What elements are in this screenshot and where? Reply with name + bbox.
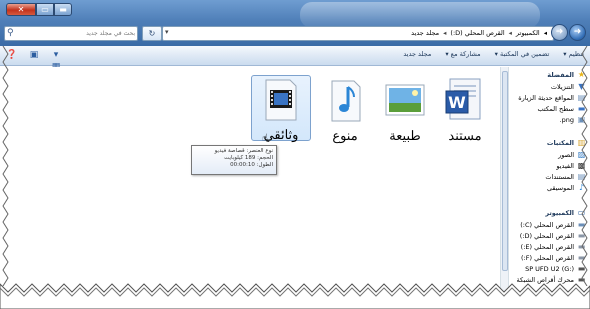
breadcrumb-new-folder[interactable]: مجلد جديد [411, 29, 439, 37]
include-in-library-button[interactable]: تضمين في المكتبة ▾ [495, 50, 550, 58]
nav-item-recent-places[interactable]: ▤ المواقع حديثة الزيارة [518, 94, 586, 103]
refresh-button[interactable]: ↻ [142, 26, 162, 41]
torn-paper-left-edge [2, 46, 9, 286]
minimize-button[interactable]: ▬ [54, 3, 72, 16]
nav-item-drive-f[interactable]: ▬ القرص المحلي (F:) [521, 254, 586, 263]
file-item[interactable]: طبيعة [375, 77, 435, 144]
nav-item-label: الفيديو [556, 162, 574, 170]
history-buttons: ➜ ➜ [550, 24, 586, 41]
breadcrumb: ◂ الكمبيوتر ◂ القرص المحلي (D:) ◂ مجلد ج… [411, 29, 547, 37]
nav-item-label: القرص المحلي (F:) [521, 254, 574, 262]
music-file-icon [322, 77, 368, 127]
tooltip-type: نوع العنصر: قصاصة فيديو [214, 148, 273, 154]
breadcrumb-computer[interactable]: الكمبيوتر [516, 29, 540, 37]
preview-pane-icon[interactable]: ▣ [28, 49, 40, 61]
command-toolbar: ❓ ▣ ▾ ▦ تنظيم ▾ تضمين في المكتبة ▾ مشارك… [0, 46, 590, 72]
close-button[interactable]: ✕ [6, 3, 36, 16]
file-label: منوع [332, 129, 358, 144]
search-box[interactable]: ⚲ [4, 26, 138, 41]
nav-libraries-label: المكتبات [546, 139, 574, 147]
navigation-row: ⚲ ↻ ▾ ◂ الكمبيوتر ◂ القرص المحلي (D:) ◂ … [2, 24, 588, 42]
file-label: طبيعة [389, 129, 421, 144]
video-file-icon [258, 76, 304, 126]
breadcrumb-arrow-icon: ◂ [543, 29, 547, 37]
nav-item-label: المواقع حديثة الزيارة [518, 94, 574, 102]
new-folder-button[interactable]: مجلد جديد [403, 50, 431, 58]
title-bar: ✕ ▭ ▬ ⚲ ↻ ▾ ◂ الكمبيوتر ◂ القرص المحلي (… [0, 0, 590, 46]
view-controls: ❓ ▣ ▾ ▦ [6, 49, 62, 72]
nav-item-desktop[interactable]: ▬ سطح المكتب [537, 105, 586, 114]
breadcrumb-drive-d[interactable]: القرص المحلي (D:) [450, 29, 504, 37]
nav-favorites-label: المفضلة [547, 71, 574, 79]
window-controls: ✕ ▭ ▬ [6, 3, 72, 16]
back-button[interactable]: ➜ [569, 24, 586, 41]
nav-item-drive-c[interactable]: ▬ القرص المحلي (C:) [520, 221, 586, 230]
mouse-cursor-icon: ☝ [262, 133, 269, 144]
navigation-scrollbar[interactable] [501, 67, 509, 299]
search-icon: ⚲ [7, 28, 14, 38]
share-with-button[interactable]: مشاركة مع ▾ [445, 50, 480, 58]
tooltip-size: الحجم: 189 كيلوبايت [224, 155, 273, 161]
nav-item-label: png. [559, 116, 574, 124]
address-bar[interactable]: ▾ ◂ الكمبيوتر ◂ القرص المحلي (D:) ◂ مجلد… [162, 26, 554, 41]
breadcrumb-separator-icon: ◂ [443, 29, 447, 37]
file-item[interactable]: W مستند [435, 77, 495, 144]
nav-item-label: سطح المكتب [537, 105, 574, 113]
word-document-icon: W [442, 77, 488, 127]
forward-button[interactable]: ➜ [551, 24, 568, 41]
torn-paper-right-edge [581, 46, 588, 286]
nav-computer-label: الكمبيوتر [545, 209, 574, 217]
address-dropdown-icon[interactable]: ▾ [165, 28, 169, 36]
maximize-button[interactable]: ▭ [36, 3, 54, 16]
nav-item-label: التنزيلات [550, 83, 574, 91]
toolbar-commands: تنظيم ▾ تضمين في المكتبة ▾ مشاركة مع ▾ م… [403, 50, 584, 58]
search-input[interactable] [19, 28, 135, 39]
file-item-selected[interactable]: وثائقي [251, 75, 311, 143]
nav-item-label: المستندات [545, 173, 574, 181]
file-item[interactable]: منوع [315, 77, 375, 144]
nav-item-label: القرص المحلي (E:) [520, 243, 574, 251]
nav-item-label: القرص المحلي (D:) [519, 232, 574, 240]
svg-text:W: W [448, 93, 466, 112]
tooltip-length: الطول: 00:00:10 [230, 162, 273, 168]
breadcrumb-separator-icon: ◂ [508, 29, 512, 37]
nav-item-drive-d[interactable]: ▬ القرص المحلي (D:) [519, 232, 586, 241]
scrollbar-thumb[interactable] [502, 71, 508, 271]
change-view-icon[interactable]: ▾ ▦ [50, 49, 62, 72]
nav-item-drive-e[interactable]: ▬ القرص المحلي (E:) [520, 243, 586, 252]
file-tooltip: نوع العنصر: قصاصة فيديو الحجم: 189 كيلوب… [191, 145, 277, 175]
file-label: مستند [448, 129, 482, 144]
image-file-icon [382, 77, 428, 127]
nav-item-label: القرص المحلي (C:) [520, 221, 574, 229]
nav-item-label: الصور [558, 151, 574, 159]
file-label: وثائقي [263, 128, 299, 143]
nav-item-label: الموسيقى [546, 184, 574, 192]
torn-paper-edge [0, 283, 590, 309]
